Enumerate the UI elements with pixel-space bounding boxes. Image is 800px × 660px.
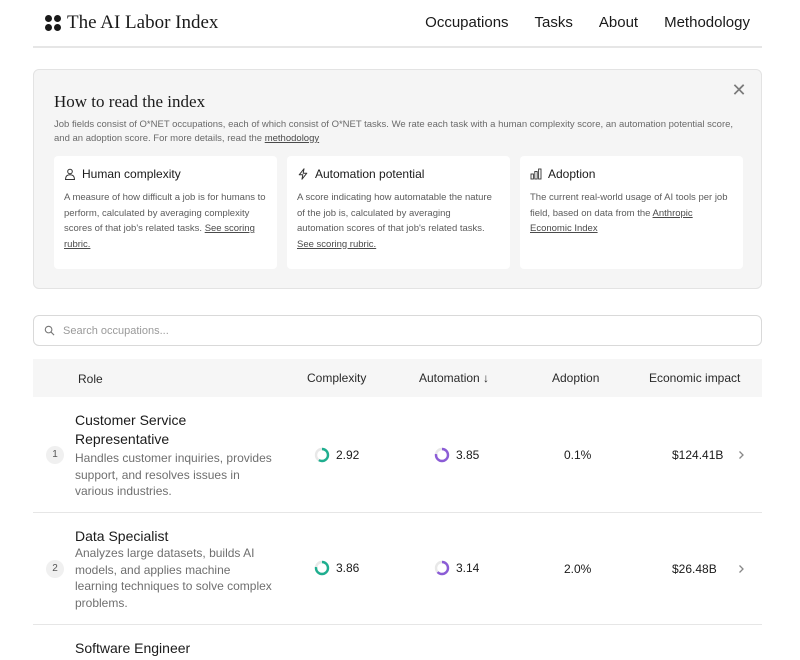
chevron-right-icon[interactable] — [736, 564, 746, 574]
chevron-right-icon[interactable] — [736, 450, 746, 460]
complexity-score: 3.86 — [314, 560, 359, 576]
card-body: The current real-world usage of AI tools… — [530, 192, 728, 219]
brand-title: The AI Labor Index — [67, 12, 219, 33]
panel-description-text: Job fields consist of O*NET occupations,… — [54, 119, 734, 144]
panel-description: Job fields consist of O*NET occupations,… — [54, 118, 744, 146]
economic-impact-value: $124.41B — [672, 448, 724, 462]
nav-tasks[interactable]: Tasks — [535, 14, 573, 31]
automation-score: 3.85 — [434, 447, 479, 463]
brand[interactable]: The AI Labor Index — [45, 12, 218, 34]
close-icon[interactable]: ✕ — [731, 81, 747, 99]
complexity-ring-icon — [314, 560, 330, 576]
person-icon — [64, 168, 76, 180]
card-text: A score indicating how automatable the n… — [297, 190, 500, 252]
nav-about[interactable]: About — [599, 14, 638, 31]
flower-logo-icon — [45, 15, 61, 31]
card-adoption: Adoption The current real-world usage of… — [520, 156, 743, 269]
card-text: The current real-world usage of AI tools… — [530, 190, 733, 237]
column-role[interactable]: Role — [78, 372, 103, 386]
economic-impact-value: $26.48B — [672, 562, 717, 576]
automation-ring-icon — [434, 560, 450, 576]
how-to-read-panel: How to read the index ✕ Job fields consi… — [33, 69, 762, 289]
card-title: Human complexity — [82, 167, 181, 181]
card-automation-potential: Automation potential A score indicating … — [287, 156, 510, 269]
metric-cards: Human complexity A measure of how diffic… — [54, 156, 743, 269]
lightning-icon — [298, 168, 308, 180]
automation-ring-icon — [434, 447, 450, 463]
automation-value: 3.85 — [456, 448, 480, 462]
scoring-rubric-link[interactable]: See scoring rubric. — [297, 239, 376, 250]
top-navigation-bar: The AI Labor Index Occupations Tasks Abo… — [33, 0, 762, 48]
column-economic-impact[interactable]: Economic impact — [649, 371, 740, 385]
complexity-ring-icon — [314, 447, 330, 463]
table-row[interactable]: Software Engineer — [33, 625, 762, 660]
search-icon — [44, 325, 55, 336]
column-adoption[interactable]: Adoption — [552, 371, 599, 385]
role-description: Analyzes large datasets, builds AI model… — [75, 546, 272, 610]
bar-chart-icon — [530, 168, 542, 180]
complexity-score: 2.92 — [314, 447, 359, 463]
column-automation-sorted[interactable]: Automation ↓ — [419, 371, 489, 385]
nav-methodology[interactable]: Methodology — [664, 14, 750, 31]
card-body: A score indicating how automatable the n… — [297, 192, 492, 234]
table-row[interactable]: 1 Customer Service Representative Handle… — [33, 397, 762, 513]
automation-value: 3.14 — [456, 561, 480, 575]
methodology-link[interactable]: methodology — [265, 133, 319, 144]
adoption-value: 0.1% — [564, 448, 592, 462]
search-bar[interactable] — [33, 315, 762, 346]
adoption-value: 2.0% — [564, 562, 592, 576]
card-header: Adoption — [530, 167, 733, 181]
card-header: Automation potential — [297, 167, 500, 181]
card-title: Automation potential — [315, 167, 425, 181]
panel-title: How to read the index — [54, 92, 206, 111]
nav-occupations[interactable]: Occupations — [425, 14, 508, 31]
automation-score: 3.14 — [434, 560, 479, 576]
complexity-value: 3.86 — [336, 561, 360, 575]
role-title: Customer Service Representative — [75, 412, 187, 447]
search-input[interactable] — [63, 324, 743, 337]
card-header: Human complexity — [64, 167, 267, 181]
role-title: Data Specialist — [75, 528, 169, 544]
rank-badge: 1 — [46, 446, 64, 464]
table-header: Role Complexity Automation ↓ Adoption Ec… — [33, 359, 762, 397]
column-complexity[interactable]: Complexity — [307, 371, 366, 385]
card-text: A measure of how difficult a job is for … — [64, 190, 267, 252]
card-human-complexity: Human complexity A measure of how diffic… — [54, 156, 277, 269]
complexity-value: 2.92 — [336, 448, 360, 462]
role-title: Software Engineer — [75, 640, 191, 656]
main-nav: Occupations Tasks About Methodology — [425, 14, 750, 31]
table-row[interactable]: 2 Data Specialist Analyzes large dataset… — [33, 513, 762, 625]
role-description: Handles customer inquiries, provides sup… — [75, 451, 272, 498]
card-title: Adoption — [548, 167, 596, 181]
rank-badge: 2 — [46, 560, 64, 578]
